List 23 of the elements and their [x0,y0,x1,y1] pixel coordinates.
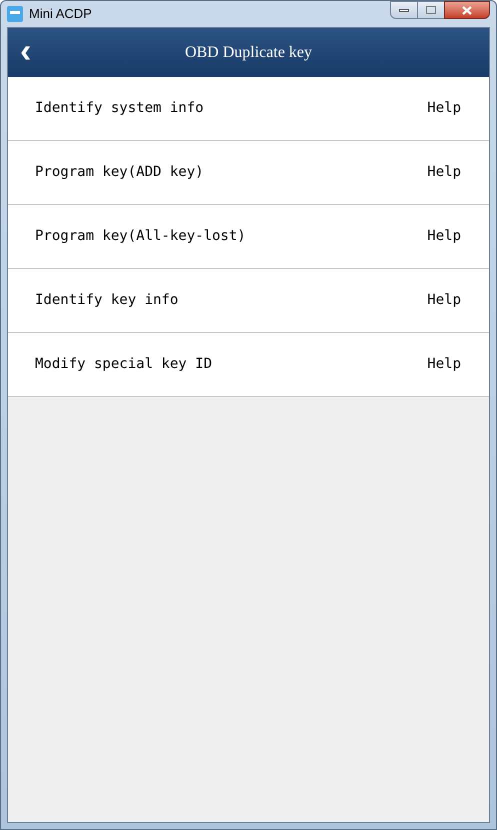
menu-item-label: Identify system info [35,99,204,118]
menu-item[interactable]: Program key(ADD key) Help [8,141,489,205]
menu-item[interactable]: Program key(All-key-lost) Help [8,205,489,269]
help-link[interactable]: Help [427,290,461,311]
close-button[interactable] [444,1,490,19]
menu-item[interactable]: Identify key info Help [8,269,489,333]
menu-item[interactable]: Identify system info Help [8,77,489,141]
help-link[interactable]: Help [427,226,461,247]
close-icon [462,6,472,14]
help-link[interactable]: Help [427,354,461,375]
maximize-button[interactable] [418,1,444,19]
menu-item-label: Program key(All-key-lost) [35,227,246,246]
back-button[interactable]: ‹ [20,36,32,66]
menu-item-label: Modify special key ID [35,355,212,374]
help-link[interactable]: Help [427,162,461,183]
menu-item-label: Identify key info [35,291,178,310]
help-link[interactable]: Help [427,98,461,119]
window-title: Mini ACDP [29,5,92,24]
menu-item[interactable]: Modify special key ID Help [8,333,489,397]
header-title: OBD Duplicate key [184,42,312,62]
minimize-button[interactable] [390,1,418,19]
menu-item-label: Program key(ADD key) [35,163,204,182]
app-icon [7,6,23,22]
